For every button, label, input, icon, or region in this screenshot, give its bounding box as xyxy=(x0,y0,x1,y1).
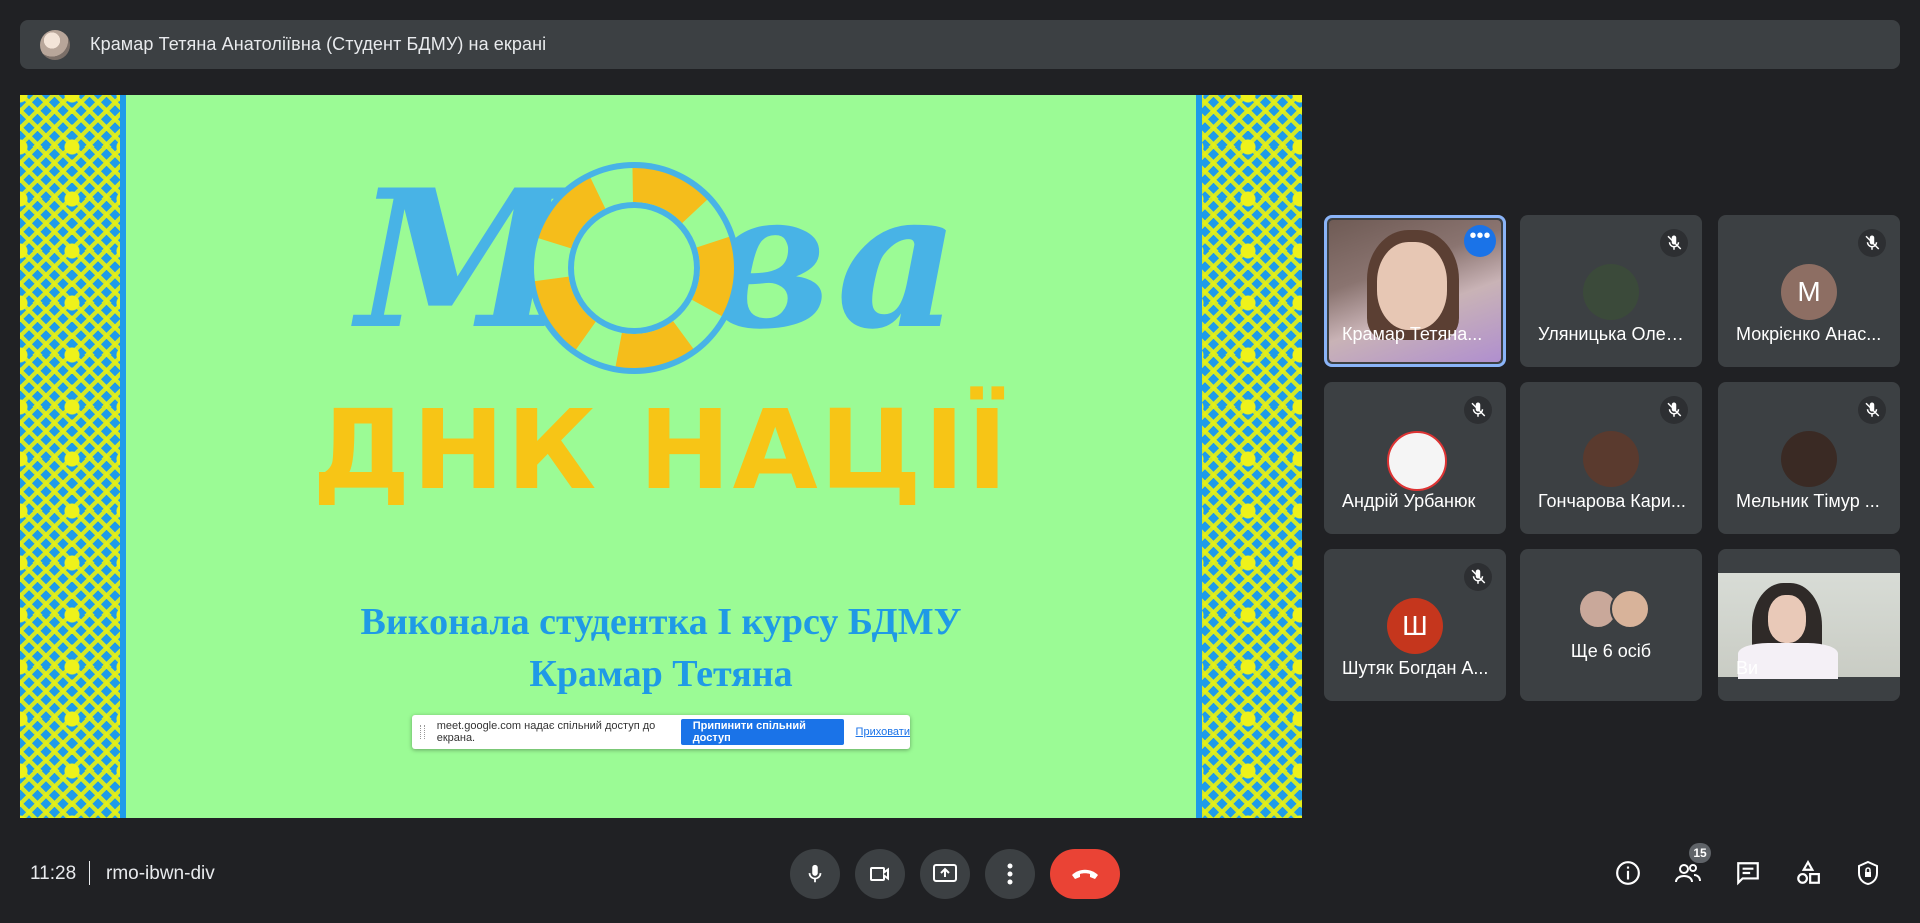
presenter-bar: Крамар Тетяна Анатоліївна (Студент БДМУ)… xyxy=(20,20,1900,69)
mic-off-icon xyxy=(1858,396,1886,424)
avatar: Ш xyxy=(1387,598,1443,654)
chat-button[interactable] xyxy=(1732,857,1764,889)
meeting-code: rmo-ibwn-div xyxy=(106,863,215,884)
participant-name: Андрій Урбанюк xyxy=(1342,491,1476,511)
slide-credit-line1: Виконала студентка І курсу БДМУ xyxy=(360,601,962,643)
participant-tile[interactable]: Мельник Тімур ... xyxy=(1718,382,1900,534)
chat-icon xyxy=(1737,862,1759,886)
stop-sharing-button[interactable]: Припинити спільний доступ xyxy=(680,719,844,745)
participant-tile[interactable]: Уляницька Олек... xyxy=(1520,215,1702,367)
participant-name: Крамар Тетяна... xyxy=(1342,324,1483,344)
shared-screen[interactable]: Мова ДНК НАЦІЇ Виконала студентка І курс… xyxy=(20,95,1302,818)
people-icon xyxy=(1675,864,1701,883)
call-end-icon xyxy=(1072,869,1098,879)
mic-off-icon xyxy=(1660,229,1688,257)
avatar xyxy=(1387,431,1447,491)
avatar xyxy=(1781,431,1837,487)
mic-off-icon xyxy=(1858,229,1886,257)
slide-credit-line2: Крамар Тетяна xyxy=(529,653,793,695)
presenter-avatar xyxy=(40,29,70,60)
activities-icon xyxy=(1797,860,1820,884)
avatar xyxy=(1583,264,1639,320)
participant-name: Гончарова Кари... xyxy=(1538,491,1686,511)
mic-icon xyxy=(808,864,822,883)
info-icon xyxy=(1616,861,1640,885)
present-screen-button[interactable] xyxy=(920,849,970,899)
self-tile[interactable]: Ви xyxy=(1718,549,1900,701)
share-notice-message: meet.google.com надає спільний доступ до… xyxy=(436,720,656,744)
hide-notice-link[interactable]: Приховати xyxy=(856,726,910,738)
participant-name: Шутяк Богдан А... xyxy=(1342,658,1489,678)
drag-handle-icon[interactable] xyxy=(420,725,425,739)
mic-off-icon xyxy=(1464,396,1492,424)
bottom-control-bar: 11:28 rmo-ibwn-div 15 xyxy=(0,843,1920,903)
activities-button[interactable] xyxy=(1792,857,1824,889)
host-controls-button[interactable] xyxy=(1852,857,1884,889)
more-options-button[interactable] xyxy=(985,849,1035,899)
presenter-title: Крамар Тетяна Анатоліївна (Студент БДМУ)… xyxy=(90,34,547,54)
others-avatars xyxy=(1578,589,1650,629)
avatar xyxy=(1583,431,1639,487)
participant-tile[interactable]: М Мокрієнко Анас... xyxy=(1718,215,1900,367)
divider xyxy=(89,861,90,885)
meeting-details-button[interactable] xyxy=(1612,857,1644,889)
mic-toggle-button[interactable] xyxy=(790,849,840,899)
end-call-button[interactable] xyxy=(1050,849,1120,899)
participants-count-badge: 15 xyxy=(1689,843,1711,863)
participant-tile[interactable]: Андрій Урбанюк xyxy=(1324,382,1506,534)
avatar: М xyxy=(1781,264,1837,320)
present-screen-icon xyxy=(933,864,957,882)
self-label: Ви xyxy=(1736,658,1759,678)
mic-off-icon xyxy=(1464,563,1492,591)
camera-toggle-button[interactable] xyxy=(855,849,905,899)
avatar xyxy=(1610,589,1650,629)
participant-name: Уляницька Олек... xyxy=(1538,324,1688,344)
participant-tile[interactable]: Ш Шутяк Богдан А... xyxy=(1324,549,1506,701)
more-options-icon[interactable]: ••• xyxy=(1464,225,1496,257)
others-count: Ще 6 осіб xyxy=(1570,641,1652,661)
participant-name: Мельник Тімур ... xyxy=(1736,491,1880,511)
participant-name: Мокрієнко Анас... xyxy=(1736,324,1882,344)
participant-tile[interactable]: Гончарова Кари... xyxy=(1520,382,1702,534)
more-vert-icon xyxy=(1007,863,1013,885)
shield-lock-icon xyxy=(1858,860,1878,886)
screen-share-notice: meet.google.com надає спільний доступ до… xyxy=(412,715,910,749)
meeting-clock: 11:28 xyxy=(30,863,77,884)
dna-ring-icon xyxy=(534,168,734,368)
mic-off-icon xyxy=(1660,396,1688,424)
camera-icon xyxy=(870,867,889,881)
slide-subtitle: ДНК НАЦІЇ xyxy=(312,386,1010,514)
participant-tile[interactable]: ••• Крамар Тетяна... xyxy=(1324,215,1506,367)
others-tile[interactable]: Ще 6 осіб xyxy=(1520,549,1702,701)
